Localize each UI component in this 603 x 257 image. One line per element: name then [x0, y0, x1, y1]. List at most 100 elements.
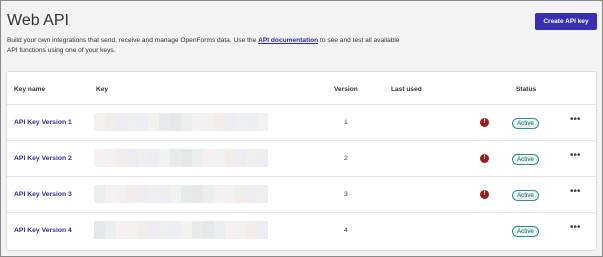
- table-row: API Key Version 4 4 Active •••: [7, 212, 596, 248]
- masked-key-segment: [202, 221, 214, 239]
- page-description: Build your own integrations that send, r…: [7, 36, 402, 55]
- masked-key-segment: [246, 221, 258, 239]
- masked-key-segment: [246, 149, 258, 167]
- table-row: API Key Version 2 2 ! Active •••: [7, 140, 596, 176]
- masked-key-segment: [148, 185, 160, 203]
- status-badge: Active: [512, 190, 539, 201]
- column-header-key: Key: [96, 86, 109, 93]
- api-documentation-link[interactable]: API documentation: [258, 37, 318, 44]
- key-name-link[interactable]: API Key Version 2: [14, 155, 72, 162]
- masked-key-segment: [170, 149, 181, 167]
- masked-key-segment: [115, 221, 127, 239]
- masked-key-segment: [159, 113, 171, 131]
- masked-key-segment: [191, 221, 203, 239]
- masked-key-segment: [137, 113, 149, 131]
- version-cell: 2: [344, 155, 348, 162]
- page-title: Web API: [7, 12, 69, 29]
- masked-key-segment: [257, 221, 268, 239]
- masked-key-segment: [159, 185, 171, 203]
- table-row: API Key Version 3 3 ! Active •••: [7, 176, 596, 212]
- masked-key-segment: [137, 185, 149, 203]
- masked-key-segment: [104, 113, 116, 131]
- masked-key-value: [94, 185, 268, 203]
- column-header-key-name: Key name: [14, 86, 46, 93]
- alert-icon: !: [480, 190, 489, 199]
- masked-key-segment: [115, 113, 127, 131]
- masked-key-segment: [148, 113, 160, 131]
- alert-icon: !: [480, 118, 489, 127]
- table-row: API Key Version 1 1 ! Active •••: [7, 104, 596, 140]
- create-api-key-button[interactable]: Create API key: [535, 13, 597, 30]
- version-cell: 3: [344, 191, 348, 198]
- masked-key-segment: [170, 113, 181, 131]
- masked-key-segment: [94, 149, 105, 167]
- more-options-icon[interactable]: •••: [570, 150, 581, 161]
- masked-key-segment: [257, 149, 268, 167]
- masked-key-segment: [191, 185, 203, 203]
- masked-key-segment: [104, 149, 116, 167]
- status-badge: Active: [512, 226, 539, 237]
- more-options-icon[interactable]: •••: [570, 114, 581, 125]
- api-keys-table: Key name Key Version Last used Status AP…: [6, 71, 597, 251]
- masked-key-segment: [94, 221, 105, 239]
- alert-icon: !: [480, 154, 489, 163]
- masked-key-segment: [126, 185, 138, 203]
- masked-key-segment: [170, 185, 181, 203]
- masked-key-segment: [235, 221, 247, 239]
- key-name-link[interactable]: API Key Version 4: [14, 227, 72, 234]
- column-header-version: Version: [334, 86, 358, 93]
- masked-key-segment: [224, 149, 236, 167]
- masked-key-segment: [202, 149, 214, 167]
- masked-key-segment: [224, 113, 236, 131]
- masked-key-segment: [224, 221, 236, 239]
- masked-key-segment: [191, 113, 203, 131]
- masked-key-segment: [213, 221, 225, 239]
- masked-key-segment: [257, 185, 268, 203]
- masked-key-segment: [213, 185, 225, 203]
- column-header-status: Status: [516, 86, 537, 93]
- masked-key-segment: [148, 221, 160, 239]
- masked-key-segment: [126, 113, 138, 131]
- masked-key-value: [94, 221, 268, 239]
- masked-key-segment: [115, 149, 127, 167]
- masked-key-segment: [181, 113, 192, 131]
- masked-key-segment: [159, 149, 171, 167]
- masked-key-segment: [137, 221, 149, 239]
- masked-key-segment: [181, 221, 192, 239]
- masked-key-segment: [213, 149, 225, 167]
- key-name-link[interactable]: API Key Version 1: [14, 119, 72, 126]
- masked-key-segment: [257, 113, 268, 131]
- more-options-icon[interactable]: •••: [570, 186, 581, 197]
- key-name-link[interactable]: API Key Version 3: [14, 191, 72, 198]
- masked-key-segment: [181, 149, 192, 167]
- version-cell: 1: [344, 119, 348, 126]
- masked-key-segment: [235, 113, 247, 131]
- masked-key-segment: [104, 221, 116, 239]
- masked-key-segment: [235, 185, 247, 203]
- masked-key-segment: [94, 113, 105, 131]
- masked-key-segment: [126, 221, 138, 239]
- masked-key-segment: [246, 113, 258, 131]
- version-cell: 4: [344, 227, 348, 234]
- masked-key-segment: [115, 185, 127, 203]
- masked-key-segment: [159, 221, 171, 239]
- masked-key-segment: [224, 185, 236, 203]
- masked-key-value: [94, 149, 268, 167]
- description-text-start: Build your own integrations that send, r…: [7, 37, 259, 44]
- masked-key-segment: [126, 149, 138, 167]
- masked-key-segment: [94, 185, 105, 203]
- status-badge: Active: [512, 118, 539, 129]
- more-options-icon[interactable]: •••: [570, 222, 581, 233]
- masked-key-segment: [137, 149, 149, 167]
- masked-key-segment: [191, 149, 203, 167]
- masked-key-segment: [213, 113, 225, 131]
- masked-key-value: [94, 113, 268, 131]
- masked-key-segment: [170, 221, 181, 239]
- status-badge: Active: [512, 154, 539, 165]
- column-header-last-used: Last used: [391, 86, 422, 93]
- masked-key-segment: [246, 185, 258, 203]
- masked-key-segment: [202, 185, 214, 203]
- masked-key-segment: [148, 149, 160, 167]
- masked-key-segment: [104, 185, 116, 203]
- masked-key-segment: [181, 185, 192, 203]
